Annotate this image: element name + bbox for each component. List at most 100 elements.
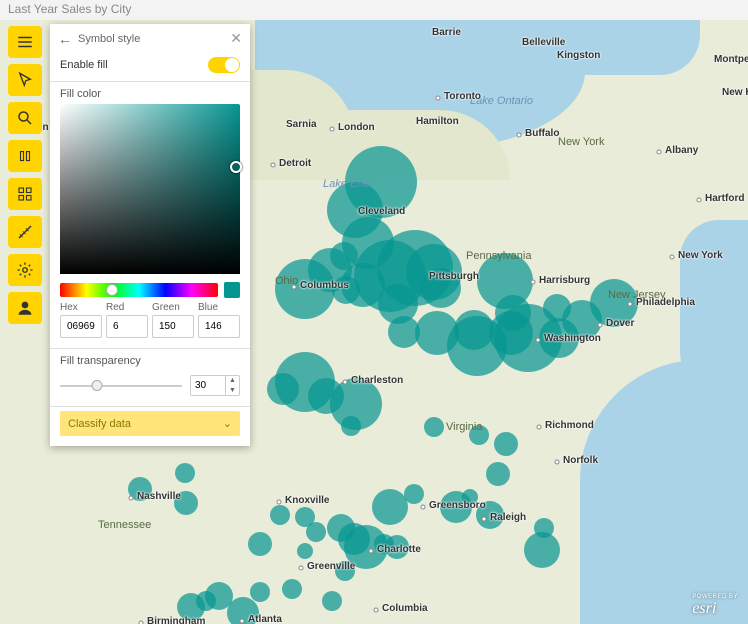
- city-label: Detroit: [279, 158, 311, 169]
- sales-bubble[interactable]: [494, 432, 518, 456]
- red-label: Red: [106, 302, 148, 313]
- sales-bubble[interactable]: [297, 543, 313, 559]
- city-label: Columbia: [382, 603, 428, 614]
- enable-fill-toggle[interactable]: [208, 57, 240, 73]
- city-dot: [482, 517, 487, 522]
- city-label: New Hamr: [722, 87, 748, 98]
- sales-bubble[interactable]: [248, 532, 272, 556]
- sales-bubble[interactable]: [306, 522, 326, 542]
- sales-bubble[interactable]: [322, 591, 342, 611]
- city-dot: [598, 323, 603, 328]
- classify-data-button[interactable]: Classify data ⌄: [60, 411, 240, 436]
- green-input[interactable]: [152, 315, 194, 338]
- state-label: Tennessee: [98, 519, 151, 531]
- color-swatch: [224, 282, 240, 298]
- city-label: New York: [678, 250, 723, 261]
- city-label: Hartford: [705, 193, 744, 204]
- sales-bubble[interactable]: [486, 462, 510, 486]
- sales-bubble[interactable]: [175, 463, 195, 483]
- city-label: Atlanta: [248, 614, 282, 624]
- hue-cursor[interactable]: [106, 284, 118, 296]
- red-input[interactable]: [106, 315, 148, 338]
- city-label: Hamilton: [416, 116, 459, 127]
- city-dot: [531, 280, 536, 285]
- city-dot: [657, 150, 662, 155]
- settings-button[interactable]: [8, 254, 42, 286]
- select-button[interactable]: [8, 64, 42, 96]
- city-label: Charlotte: [377, 544, 421, 555]
- hue-slider[interactable]: [60, 283, 218, 297]
- city-label: Pittsburgh: [429, 271, 479, 282]
- green-label: Green: [152, 302, 194, 313]
- close-icon[interactable]: ✕: [230, 30, 242, 47]
- account-button[interactable]: [8, 292, 42, 324]
- city-dot: [517, 133, 522, 138]
- sales-bubble[interactable]: [282, 579, 302, 599]
- city-dot: [129, 496, 134, 501]
- hex-input[interactable]: [60, 315, 102, 338]
- sales-bubble[interactable]: [404, 484, 424, 504]
- spinner-up-icon[interactable]: ▲: [226, 376, 239, 386]
- city-dot: [369, 549, 374, 554]
- measure-button[interactable]: [8, 216, 42, 248]
- city-dot: [436, 96, 441, 101]
- sales-bubble[interactable]: [341, 416, 361, 436]
- city-dot: [299, 566, 304, 571]
- enable-fill-label: Enable fill: [60, 59, 108, 71]
- city-label: Charleston: [351, 375, 403, 386]
- city-label: Washington: [544, 333, 601, 344]
- city-dot: [536, 338, 541, 343]
- back-icon[interactable]: ←: [58, 31, 72, 47]
- transparency-knob[interactable]: [91, 380, 102, 391]
- sales-bubble[interactable]: [250, 582, 270, 602]
- state-label: Virginia: [446, 421, 483, 433]
- menu-button[interactable]: [8, 26, 42, 58]
- blue-input[interactable]: [198, 315, 240, 338]
- city-label: Nashville: [137, 491, 181, 502]
- city-dot: [670, 255, 675, 260]
- city-label: Birmingham: [147, 616, 205, 624]
- city-label: Montpelie: [714, 54, 748, 65]
- transparency-slider[interactable]: [60, 379, 182, 393]
- state-label: Pennsylvania: [466, 250, 531, 262]
- saturation-area[interactable]: [60, 104, 240, 274]
- basemap-button[interactable]: [8, 178, 42, 210]
- city-dot: [139, 621, 144, 624]
- city-label: Belleville: [522, 37, 565, 48]
- city-dot: [271, 163, 276, 168]
- city-dot: [330, 127, 335, 132]
- city-label: Columbus: [300, 280, 349, 291]
- fill-transparency-label: Fill transparency: [50, 349, 250, 371]
- esri-attribution: POWERED BY esri: [692, 594, 738, 618]
- transparency-spinner[interactable]: ▲ ▼: [190, 375, 240, 396]
- sales-bubble[interactable]: [424, 417, 444, 437]
- sales-bubble[interactable]: [524, 532, 560, 568]
- sales-bubble[interactable]: [270, 505, 290, 525]
- city-label: Kingston: [557, 50, 600, 61]
- city-label: Greenville: [307, 561, 355, 572]
- city-label: Harrisburg: [539, 275, 590, 286]
- city-dot: [277, 500, 282, 505]
- city-label: Sarnia: [286, 119, 317, 130]
- city-dot: [240, 619, 245, 624]
- city-label: Dover: [606, 318, 634, 329]
- saturation-cursor[interactable]: [230, 161, 242, 173]
- city-label: Buffalo: [525, 128, 559, 139]
- city-dot: [697, 198, 702, 203]
- city-label: Philadelphia: [636, 297, 695, 308]
- sales-bubble[interactable]: [372, 489, 408, 525]
- city-dot: [628, 302, 633, 307]
- state-label: Lake Erie: [323, 178, 369, 190]
- layers-button[interactable]: [8, 140, 42, 172]
- chevron-down-icon: ⌄: [223, 417, 232, 430]
- city-dot: [292, 285, 297, 290]
- blue-label: Blue: [198, 302, 240, 313]
- search-button[interactable]: [8, 102, 42, 134]
- transparency-input[interactable]: [191, 376, 225, 395]
- city-label: Norfolk: [563, 455, 598, 466]
- state-label: New York: [558, 136, 604, 148]
- spinner-down-icon[interactable]: ▼: [226, 386, 239, 396]
- sales-bubble[interactable]: [543, 294, 571, 322]
- city-label: Toronto: [444, 91, 481, 102]
- city-dot: [537, 425, 542, 430]
